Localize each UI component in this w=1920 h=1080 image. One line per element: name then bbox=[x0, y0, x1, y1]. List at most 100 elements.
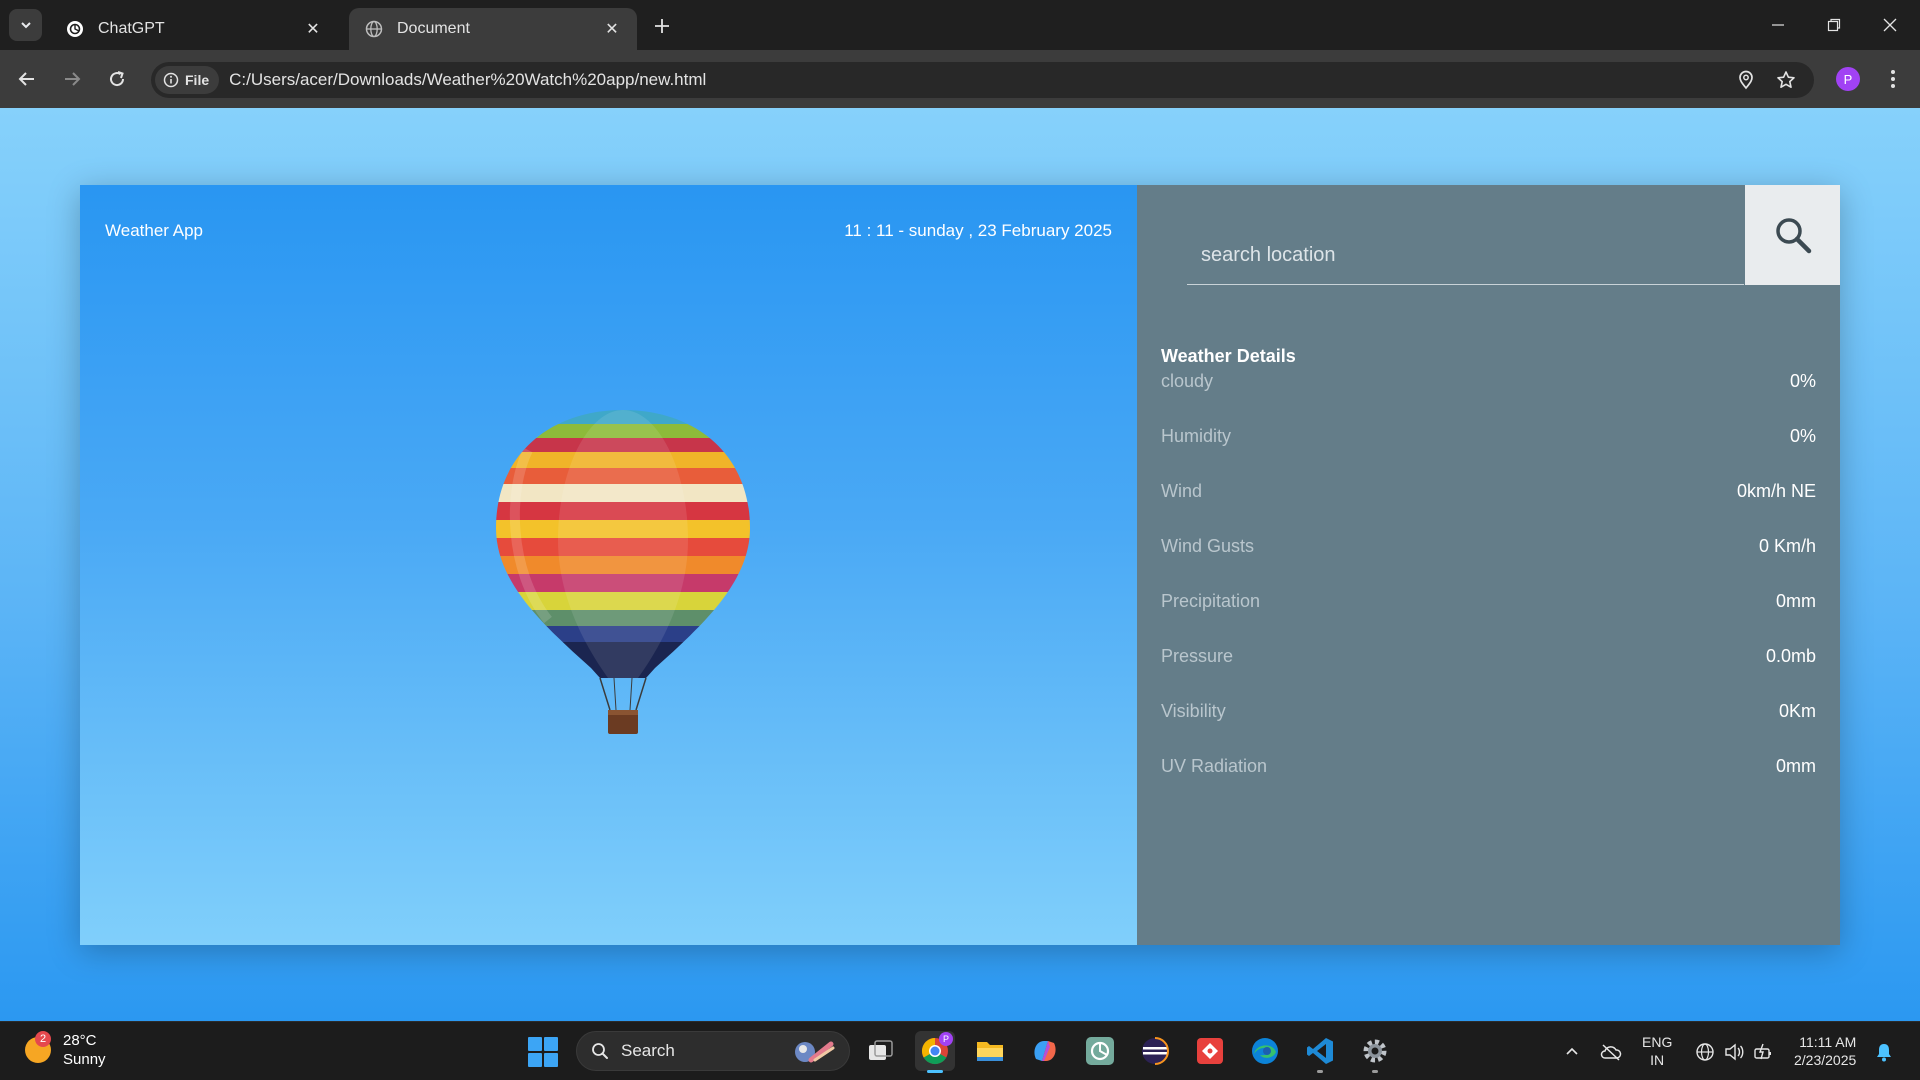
bing-highlight-icon bbox=[795, 1041, 835, 1063]
vscode-icon bbox=[1307, 1038, 1333, 1064]
bookmark-button[interactable] bbox=[1772, 66, 1800, 94]
battery-button[interactable] bbox=[1752, 1040, 1776, 1064]
taskbar-eclipse[interactable] bbox=[1135, 1031, 1175, 1071]
detail-label: UV Radiation bbox=[1161, 755, 1268, 776]
windows-logo-icon bbox=[528, 1037, 542, 1051]
detail-value: 0mm bbox=[1776, 590, 1816, 611]
detail-row-wind-gusts: Wind Gusts 0 Km/h bbox=[1161, 531, 1816, 561]
tab-chatgpt[interactable]: ChatGPT ✕ bbox=[50, 8, 338, 50]
start-button[interactable] bbox=[528, 1037, 558, 1067]
restore-button[interactable] bbox=[1806, 0, 1862, 50]
detail-row-uv-radiation: UV Radiation 0mm bbox=[1161, 751, 1816, 781]
taskbar-search-label: Search bbox=[621, 1041, 675, 1060]
detail-label: Precipitation bbox=[1161, 590, 1261, 611]
chrome-profile-badge: P bbox=[939, 1032, 953, 1046]
reload-button[interactable] bbox=[100, 62, 134, 96]
git-diamond-icon bbox=[1197, 1038, 1223, 1064]
weather-hero-panel: Weather App 11 : 11 - sunday , 23 Februa… bbox=[80, 185, 1137, 945]
back-button[interactable] bbox=[10, 62, 44, 96]
notifications-button[interactable] bbox=[1872, 1040, 1896, 1064]
volume-button[interactable] bbox=[1722, 1040, 1746, 1064]
close-icon[interactable]: ✕ bbox=[601, 18, 623, 40]
detail-value: 0Km bbox=[1778, 700, 1816, 721]
site-info-button[interactable]: File bbox=[155, 66, 220, 94]
running-indicator bbox=[927, 1070, 943, 1073]
star-icon bbox=[1777, 71, 1795, 88]
globe-icon bbox=[1696, 1043, 1714, 1061]
chevron-down-icon bbox=[20, 22, 31, 29]
tab-title: ChatGPT bbox=[98, 20, 165, 37]
browser-tab-bar: ChatGPT ✕ Document ✕ bbox=[0, 0, 1920, 50]
weather-temperature: 28°C bbox=[63, 1032, 97, 1049]
browser-menu-button[interactable] bbox=[1878, 63, 1908, 95]
page-viewport: Weather App 11 : 11 - sunday , 23 Februa… bbox=[0, 108, 1920, 1021]
taskbar-weather-widget[interactable]: 2 28°C Sunny bbox=[25, 1031, 106, 1069]
taskbar-vscode[interactable] bbox=[1300, 1031, 1340, 1073]
network-button[interactable] bbox=[1693, 1040, 1717, 1064]
taskbar-chrome[interactable]: P bbox=[915, 1031, 955, 1073]
task-view-icon bbox=[869, 1040, 893, 1060]
address-bar[interactable]: File C:/Users/acer/Downloads/Weather%20W… bbox=[151, 62, 1814, 98]
tab-document[interactable]: Document ✕ bbox=[349, 8, 637, 50]
edge-icon bbox=[1252, 1038, 1278, 1064]
bell-icon bbox=[1877, 1044, 1891, 1062]
taskbar-chatgpt[interactable] bbox=[1080, 1031, 1120, 1071]
input-language-indicator[interactable]: ENG IN bbox=[1642, 1033, 1672, 1069]
copilot-icon bbox=[1034, 1041, 1056, 1061]
new-tab-button[interactable] bbox=[648, 12, 676, 40]
plus-icon bbox=[655, 19, 669, 33]
taskbar-file-explorer[interactable] bbox=[970, 1031, 1010, 1071]
task-view-button[interactable] bbox=[861, 1031, 901, 1071]
weather-app-card: Weather App 11 : 11 - sunday , 23 Februa… bbox=[80, 185, 1840, 945]
tab-search-button[interactable] bbox=[9, 9, 42, 41]
tab-title: Document bbox=[397, 20, 470, 37]
system-clock[interactable]: 11:11 AM 2/23/2025 bbox=[1794, 1033, 1856, 1069]
running-indicator bbox=[1317, 1070, 1323, 1073]
info-icon bbox=[163, 72, 179, 88]
close-window-button[interactable] bbox=[1862, 0, 1918, 50]
detail-row-pressure: Pressure 0.0mb bbox=[1161, 641, 1816, 671]
detail-label: Wind bbox=[1161, 480, 1203, 501]
close-icon[interactable]: ✕ bbox=[302, 18, 324, 40]
folder-icon bbox=[977, 1042, 1003, 1061]
taskbar-settings[interactable] bbox=[1355, 1031, 1395, 1073]
arrow-left-icon bbox=[18, 72, 34, 86]
profile-avatar[interactable]: P bbox=[1836, 67, 1860, 91]
clock-time: 11:11 AM bbox=[1799, 1034, 1857, 1050]
show-hidden-icons-button[interactable] bbox=[1560, 1040, 1584, 1064]
detail-row-humidity: Humidity 0% bbox=[1161, 421, 1816, 451]
language-code: ENG bbox=[1642, 1034, 1673, 1050]
location-button[interactable] bbox=[1732, 66, 1760, 94]
detail-value: 0mm bbox=[1776, 755, 1816, 776]
detail-value: 0% bbox=[1789, 370, 1816, 391]
taskbar-git-tool[interactable] bbox=[1190, 1031, 1230, 1071]
detail-value: 0% bbox=[1789, 425, 1816, 446]
detail-row-precipitation: Precipitation 0mm bbox=[1161, 586, 1816, 616]
taskbar-edge[interactable] bbox=[1245, 1031, 1285, 1071]
browser-toolbar: File C:/Users/acer/Downloads/Weather%20W… bbox=[0, 50, 1920, 108]
minimize-icon bbox=[1772, 24, 1784, 26]
sun-icon: 2 bbox=[25, 1031, 51, 1063]
taskbar-search-box[interactable]: Search bbox=[576, 1031, 850, 1071]
reload-icon bbox=[110, 71, 125, 87]
globe-icon bbox=[365, 20, 383, 38]
language-region: IN bbox=[1650, 1052, 1665, 1068]
forward-button[interactable] bbox=[55, 62, 89, 96]
url-text[interactable]: C:/Users/acer/Downloads/Weather%20Watch%… bbox=[229, 70, 706, 90]
detail-label: Humidity bbox=[1161, 425, 1232, 446]
more-vertical-icon bbox=[1891, 70, 1895, 88]
restore-icon bbox=[1827, 18, 1841, 32]
close-icon bbox=[1883, 18, 1897, 32]
detail-row-wind: Wind 0km/h NE bbox=[1161, 476, 1816, 506]
minimize-button[interactable] bbox=[1750, 0, 1806, 50]
detail-row-cloudy: cloudy 0% bbox=[1161, 366, 1816, 396]
onedrive-tray-button[interactable] bbox=[1599, 1040, 1623, 1064]
taskbar-copilot[interactable] bbox=[1025, 1031, 1065, 1071]
search-icon bbox=[1775, 218, 1811, 254]
weather-details-title: Weather Details bbox=[1161, 346, 1296, 366]
gear-icon bbox=[1363, 1039, 1387, 1063]
search-button[interactable] bbox=[1745, 185, 1840, 285]
windows-taskbar: 2 28°C Sunny Search P ENG IN 11:11 AM 2/… bbox=[0, 1021, 1920, 1080]
search-location-input[interactable] bbox=[1187, 227, 1744, 285]
arrow-right-icon bbox=[65, 72, 81, 86]
